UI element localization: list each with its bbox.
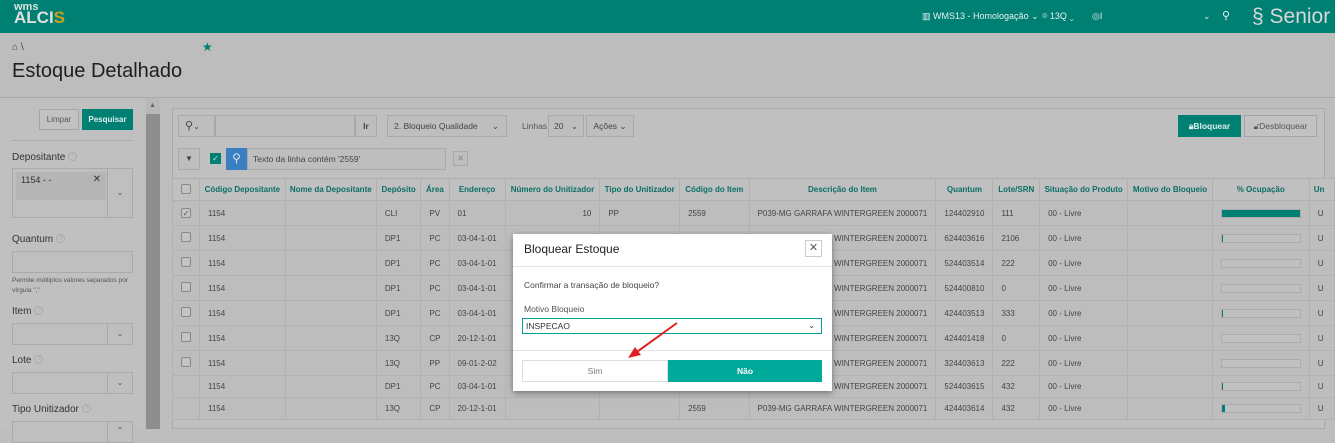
arrow-head [628,347,641,358]
arrow-shaft [633,322,678,355]
annotation-arrow [628,322,678,358]
